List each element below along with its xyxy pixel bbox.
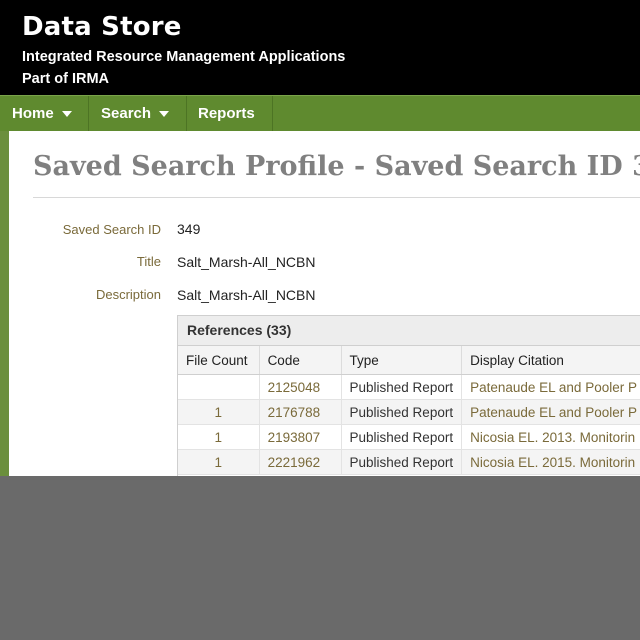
- file-count-cell: 1: [178, 424, 260, 450]
- code-link[interactable]: 2193807: [259, 424, 342, 450]
- citation-link[interactable]: Nicosia EL. 2015. Monitorin: [461, 449, 640, 475]
- title-label: Title: [136, 254, 161, 269]
- description-value: Salt_Marsh-All_NCBN: [177, 287, 316, 303]
- references-heading: References (33): [178, 316, 640, 346]
- caret-down-icon: [159, 111, 170, 118]
- references-table: File Count Code Type Display Citation 21…: [178, 346, 640, 475]
- table-row: 1 2176788 Published Report Patenaude EL …: [178, 399, 640, 425]
- nav-reports-link[interactable]: Reports: [187, 96, 273, 131]
- nav-home-label: Home: [12, 105, 54, 122]
- type-cell: Published Report: [341, 399, 463, 425]
- citation-link[interactable]: Patenaude EL and Pooler P: [461, 399, 640, 425]
- file-count-cell: [178, 374, 260, 400]
- code-link[interactable]: 2125048: [259, 374, 342, 400]
- column-header-display-citation[interactable]: Display Citation: [461, 346, 640, 375]
- saved-search-id-value: 349: [177, 221, 201, 237]
- app-subtitle-irma: Part of IRMA: [22, 71, 109, 87]
- saved-search-id-label: Saved Search ID: [62, 222, 161, 237]
- description-label: Description: [95, 287, 161, 302]
- nav-home-menu[interactable]: Home: [0, 96, 89, 131]
- title-value: Salt_Marsh-All_NCBN: [177, 254, 316, 270]
- code-link[interactable]: 2221962: [259, 449, 342, 475]
- code-link[interactable]: 2176788: [259, 399, 342, 425]
- file-count-cell: 1: [178, 399, 260, 425]
- main-nav: Home Search Reports: [0, 95, 640, 131]
- type-cell: Published Report: [341, 449, 463, 475]
- column-header-code[interactable]: Code: [259, 346, 342, 375]
- left-border: [0, 131, 9, 476]
- title-divider: [33, 197, 640, 198]
- main-content: Saved Search Profile - Saved Search ID 3…: [9, 131, 640, 476]
- site-header: Data Store Integrated Resource Managemen…: [0, 0, 640, 95]
- app-subtitle: Integrated Resource Management Applicati…: [22, 49, 346, 65]
- type-cell: Published Report: [341, 374, 463, 400]
- column-header-file-count[interactable]: File Count: [178, 346, 260, 375]
- references-panel: References (33) File Count Code Type Dis…: [177, 315, 640, 476]
- table-row: 1 2221962 Published Report Nicosia EL. 2…: [178, 449, 640, 475]
- nav-reports-label: Reports: [198, 105, 255, 122]
- table-row: 2125048 Published Report Patenaude EL an…: [178, 374, 640, 400]
- file-count-cell: 1: [178, 449, 260, 475]
- column-header-type[interactable]: Type: [341, 346, 463, 375]
- nav-search-menu[interactable]: Search: [89, 96, 187, 131]
- app-title[interactable]: Data Store: [22, 12, 182, 42]
- nav-search-label: Search: [101, 105, 152, 122]
- table-row: 1 2193807 Published Report Nicosia EL. 2…: [178, 424, 640, 450]
- caret-down-icon: [61, 111, 72, 118]
- citation-link[interactable]: Patenaude EL and Pooler P: [461, 374, 640, 400]
- page-title: Saved Search Profile - Saved Search ID 3…: [33, 151, 640, 182]
- citation-link[interactable]: Nicosia EL. 2013. Monitorin: [461, 424, 640, 450]
- type-cell: Published Report: [341, 424, 463, 450]
